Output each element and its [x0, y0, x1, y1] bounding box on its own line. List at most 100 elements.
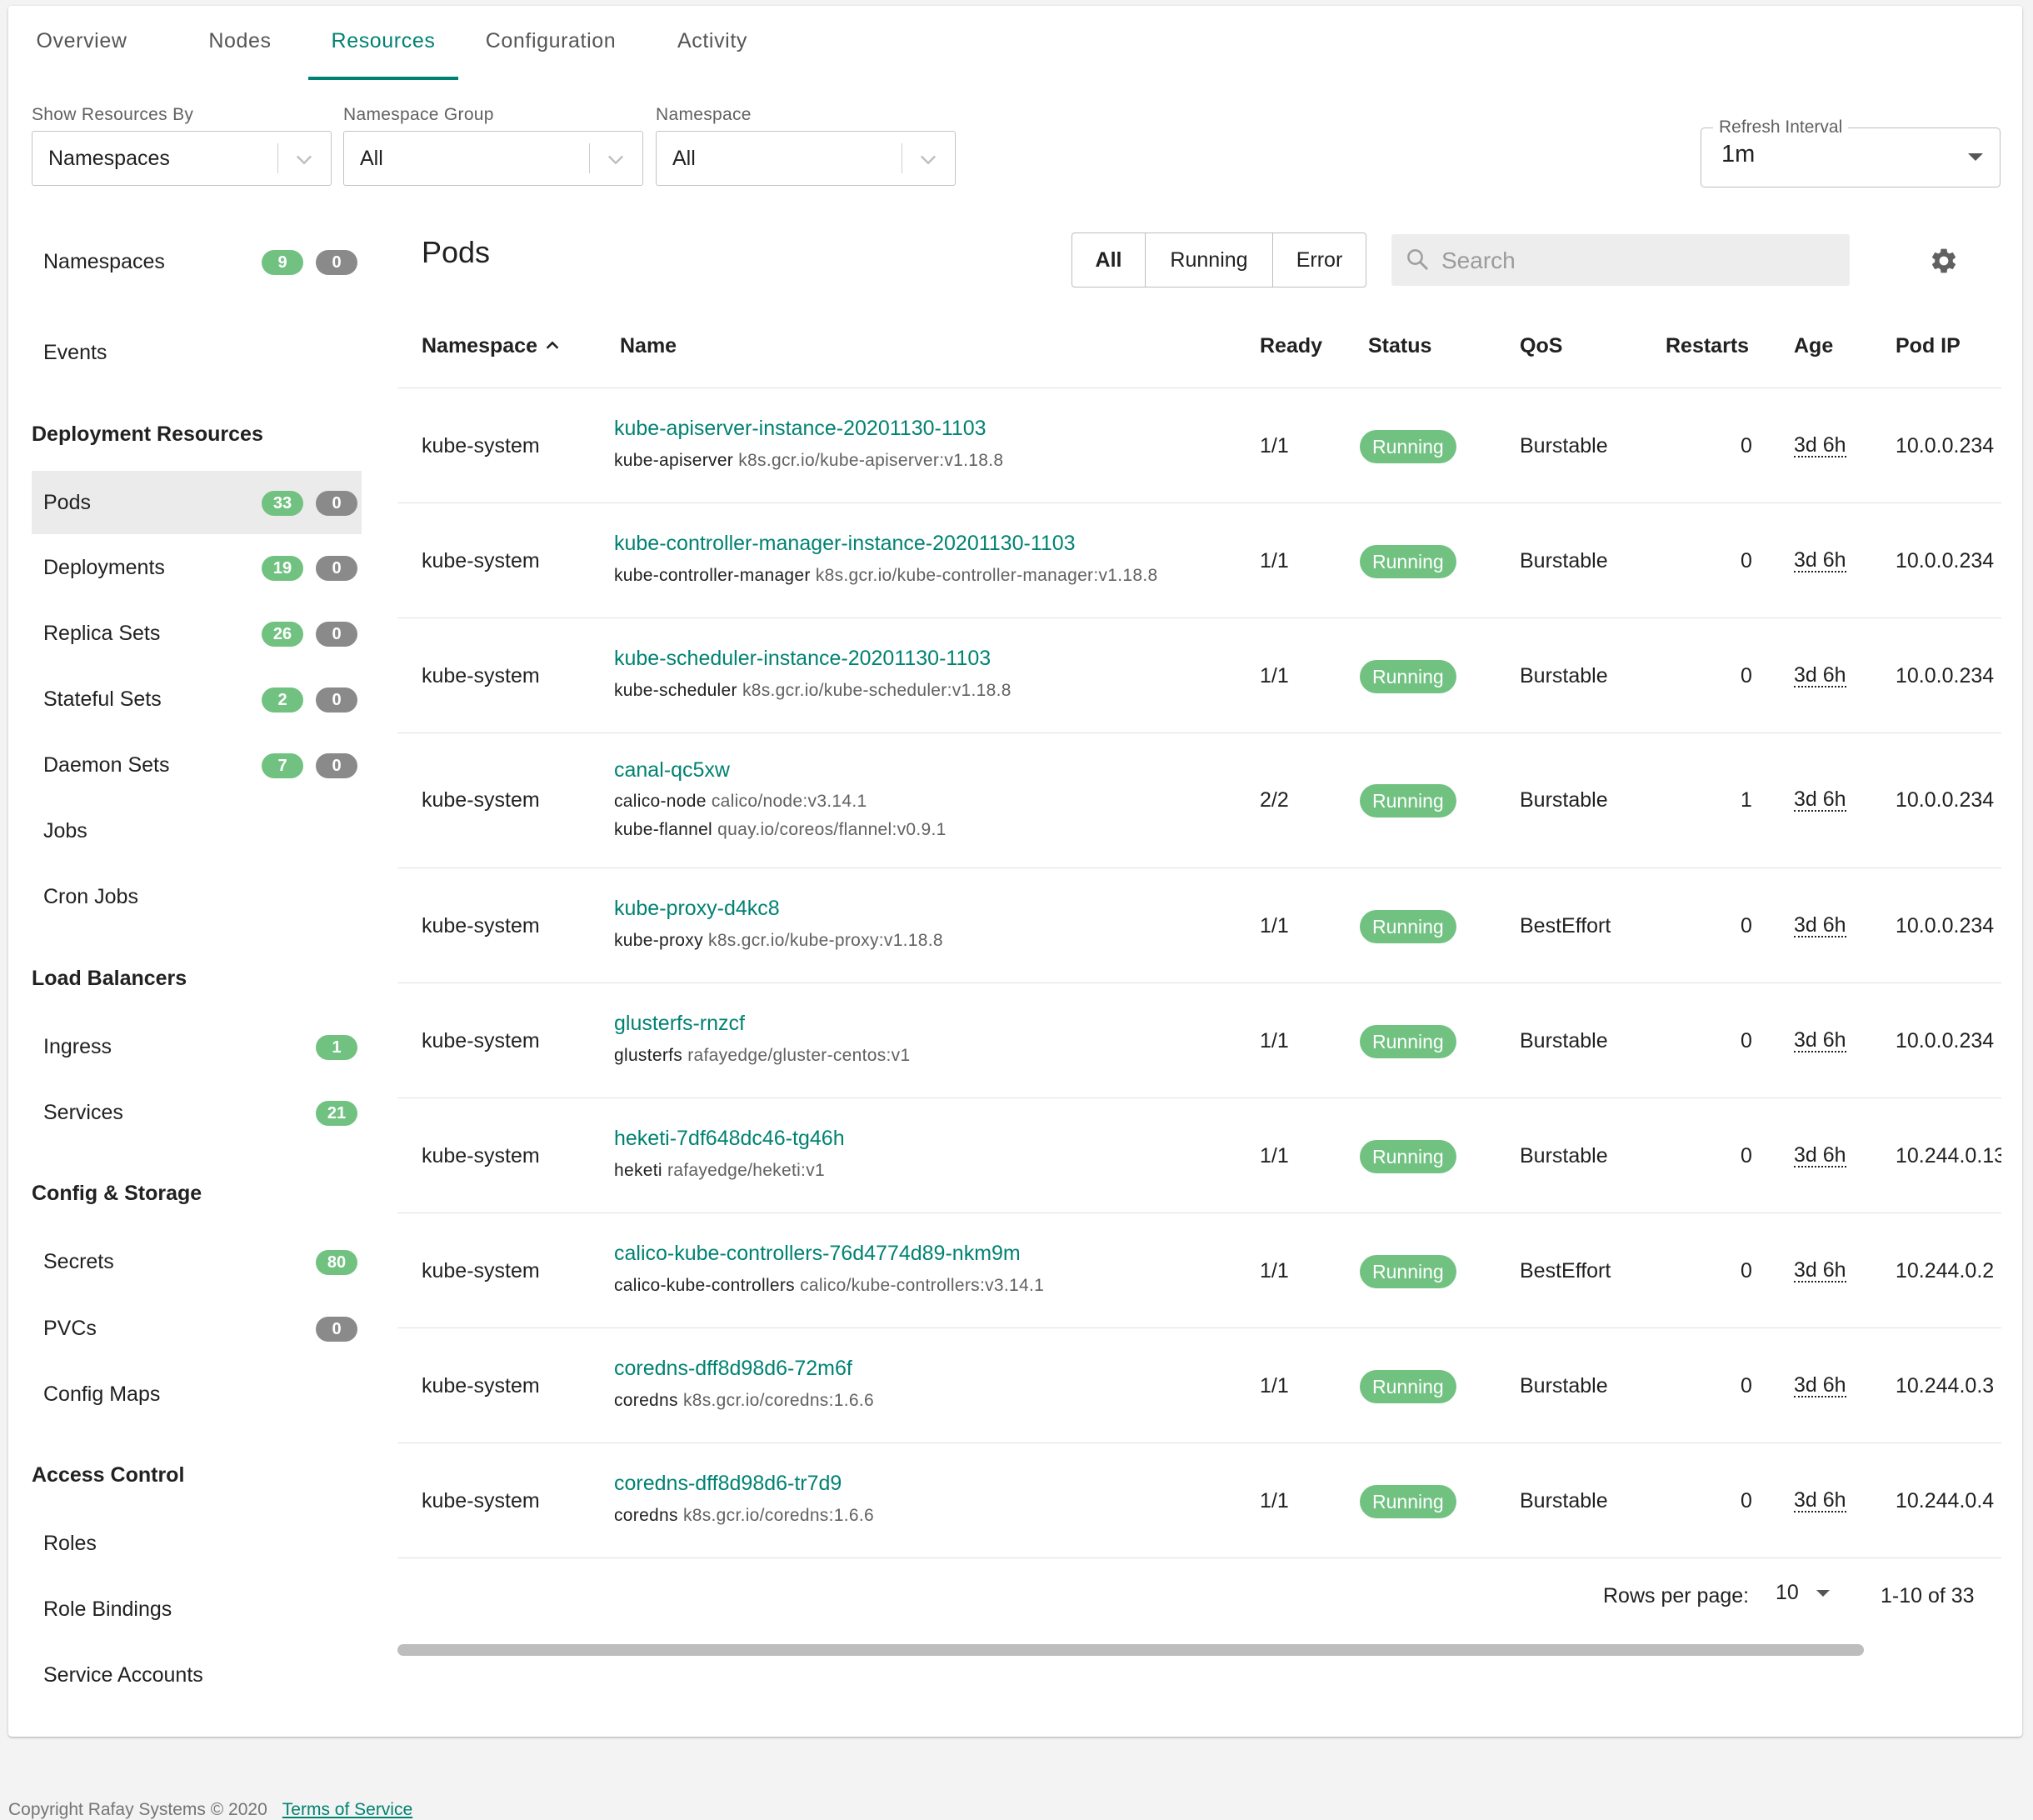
container-line: kube-controller-manager k8s.gcr.io/kube-… — [614, 566, 1157, 586]
error-count-badge: 0 — [316, 491, 357, 516]
horizontal-scrollbar[interactable] — [397, 1644, 1864, 1656]
error-count-badge: 0 — [316, 622, 357, 647]
container-line: kube-proxy k8s.gcr.io/kube-proxy:v1.18.8 — [614, 931, 943, 951]
show-by-select[interactable]: Namespaces — [32, 131, 332, 186]
ready-cell: 1/1 — [1260, 914, 1289, 938]
table-row[interactable]: kube-system kube-apiserver-instance-2020… — [397, 388, 2001, 503]
sidebar-item-replica-sets[interactable]: Replica Sets 26 0 — [32, 602, 362, 665]
namespace-select[interactable]: All — [656, 131, 956, 186]
sidebar-item-cron-jobs[interactable]: Cron Jobs — [32, 865, 362, 928]
age-cell: 3d 6h — [1794, 1143, 1846, 1168]
ok-count-badge: 9 — [262, 250, 303, 275]
sidebar-item-namespaces[interactable]: Namespaces 9 0 — [32, 230, 362, 293]
tab-activity[interactable]: Activity — [650, 6, 775, 79]
restarts-cell: 1 — [1741, 788, 1752, 812]
pod-ip-cell: 10.244.0.4 — [1896, 1489, 1995, 1512]
table-row[interactable]: kube-system kube-scheduler-instance-2020… — [397, 618, 2001, 733]
sidebar-item-label: Secrets — [43, 1250, 114, 1273]
filter-error-button[interactable]: Error — [1272, 233, 1366, 287]
namespace-group-value: All — [360, 147, 383, 170]
sidebar-item-daemon-sets[interactable]: Daemon Sets 7 0 — [32, 733, 362, 797]
sidebar-item-stateful-sets[interactable]: Stateful Sets 2 0 — [32, 668, 362, 731]
age-cell: 3d 6h — [1794, 433, 1846, 458]
column-header-namespace[interactable]: Namespace — [422, 304, 562, 388]
table-row[interactable]: kube-system glusterfs-rnzcf glusterfs ra… — [397, 983, 2001, 1098]
pod-name-link[interactable]: kube-proxy-d4kc8 — [614, 897, 780, 921]
main-card: Overview Nodes Resources Configuration A… — [8, 6, 2022, 1737]
ok-count-badge: 21 — [316, 1101, 357, 1126]
refresh-interval-select[interactable]: Refresh Interval 1m — [1701, 118, 2001, 188]
column-header-pod-ip[interactable]: Pod IP — [1896, 304, 1961, 388]
column-header-name[interactable]: Name — [620, 304, 677, 388]
sidebar-item-config-maps[interactable]: Config Maps — [32, 1362, 362, 1426]
column-header-qos[interactable]: QoS — [1520, 304, 1562, 388]
container-image: k8s.gcr.io/kube-scheduler:v1.18.8 — [742, 681, 1012, 700]
pod-name-link[interactable]: kube-controller-manager-instance-2020113… — [614, 532, 1076, 556]
table-row[interactable]: kube-system kube-proxy-d4kc8 kube-proxy … — [397, 868, 2001, 983]
container-name: kube-controller-manager — [614, 566, 811, 585]
namespace-cell: kube-system — [422, 1144, 540, 1168]
error-count-badge: 0 — [316, 688, 357, 712]
search-input[interactable] — [1440, 234, 1843, 288]
sidebar-item-role-bindings[interactable]: Role Bindings — [32, 1578, 362, 1641]
filter-all-button[interactable]: All — [1072, 233, 1145, 287]
sidebar-item-secrets[interactable]: Secrets 80 — [32, 1230, 362, 1293]
table-row[interactable]: kube-system coredns-dff8d98d6-tr7d9 core… — [397, 1443, 2001, 1558]
qos-cell: BestEffort — [1520, 1259, 1611, 1282]
container-image: k8s.gcr.io/kube-apiserver:v1.18.8 — [738, 451, 1004, 470]
sidebar-item-pods[interactable]: Pods 33 0 — [32, 471, 362, 534]
tab-nodes[interactable]: Nodes — [182, 6, 298, 79]
gear-icon[interactable] — [1929, 246, 1959, 276]
namespace-group-select[interactable]: All — [343, 131, 643, 186]
sidebar-item-label: Deployments — [43, 556, 165, 579]
qos-cell: Burstable — [1520, 664, 1608, 688]
column-header-ready[interactable]: Ready — [1260, 304, 1322, 388]
sidebar-item-ingress[interactable]: Ingress 1 — [32, 1015, 362, 1078]
tab-resources[interactable]: Resources — [308, 6, 458, 79]
column-header-restarts[interactable]: Restarts — [1666, 304, 1749, 388]
sidebar-item-roles[interactable]: Roles — [32, 1512, 362, 1575]
ready-cell: 1/1 — [1260, 1374, 1289, 1398]
sidebar-item-service-accounts[interactable]: Service Accounts — [32, 1643, 362, 1707]
container-image: k8s.gcr.io/kube-controller-manager:v1.18… — [815, 566, 1158, 585]
pod-name-link[interactable]: kube-apiserver-instance-20201130-1103 — [614, 417, 987, 441]
table-row[interactable]: kube-system calico-kube-controllers-76d4… — [397, 1213, 2001, 1328]
filter-running-button[interactable]: Running — [1145, 233, 1272, 287]
pod-name-link[interactable]: calico-kube-controllers-76d4774d89-nkm9m — [614, 1242, 1021, 1266]
sidebar-item-jobs[interactable]: Jobs — [32, 799, 362, 862]
pod-name-link[interactable]: coredns-dff8d98d6-tr7d9 — [614, 1472, 842, 1496]
status-badge: Running — [1360, 430, 1456, 463]
container-name: coredns — [614, 1391, 678, 1410]
pod-name-link[interactable]: coredns-dff8d98d6-72m6f — [614, 1357, 852, 1381]
status-badge: Running — [1360, 1140, 1456, 1173]
pod-name-link[interactable]: glusterfs-rnzcf — [614, 1012, 745, 1036]
pod-name-link[interactable]: kube-scheduler-instance-20201130-1103 — [614, 647, 991, 671]
table-row[interactable]: kube-system canal-qc5xw calico-node cali… — [397, 733, 2001, 868]
table-row[interactable]: kube-system heketi-7df648dc46-tg46h heke… — [397, 1098, 2001, 1213]
pod-ip-cell: 10.0.0.234 — [1896, 1029, 1995, 1052]
sidebar-item-services[interactable]: Services 21 — [32, 1081, 362, 1144]
age-cell: 3d 6h — [1794, 1028, 1846, 1052]
table-row[interactable]: kube-system kube-controller-manager-inst… — [397, 503, 2001, 618]
namespace-cell: kube-system — [422, 1259, 540, 1282]
sidebar-item-events[interactable]: Events — [32, 321, 362, 384]
column-header-status[interactable]: Status — [1368, 304, 1431, 388]
rows-per-page-select[interactable]: 10 — [1776, 1581, 1830, 1605]
sidebar-item-deployments[interactable]: Deployments 19 0 — [32, 536, 362, 599]
pod-ip-cell: 10.244.0.2 — [1896, 1259, 1995, 1282]
table-row[interactable]: kube-system coredns-dff8d98d6-72m6f core… — [397, 1328, 2001, 1443]
tab-overview[interactable]: Overview — [23, 6, 140, 79]
column-header-age[interactable]: Age — [1794, 304, 1833, 388]
restarts-cell: 0 — [1741, 549, 1752, 572]
pod-name-link[interactable]: canal-qc5xw — [614, 758, 730, 782]
qos-cell: Burstable — [1520, 1144, 1608, 1168]
age-cell: 3d 6h — [1794, 663, 1846, 688]
tab-configuration[interactable]: Configuration — [472, 6, 630, 79]
pod-ip-cell: 10.0.0.234 — [1896, 549, 1995, 572]
container-line: calico-node calico/node:v3.14.1 — [614, 792, 867, 812]
chevron-down-icon — [608, 155, 623, 165]
terms-of-service-link[interactable]: Terms of Service — [282, 1800, 412, 1819]
sidebar-item-pvcs[interactable]: PVCs 0 — [32, 1297, 362, 1360]
pod-ip-cell: 10.244.0.13 — [1896, 1144, 2001, 1168]
pod-name-link[interactable]: heketi-7df648dc46-tg46h — [614, 1127, 845, 1151]
